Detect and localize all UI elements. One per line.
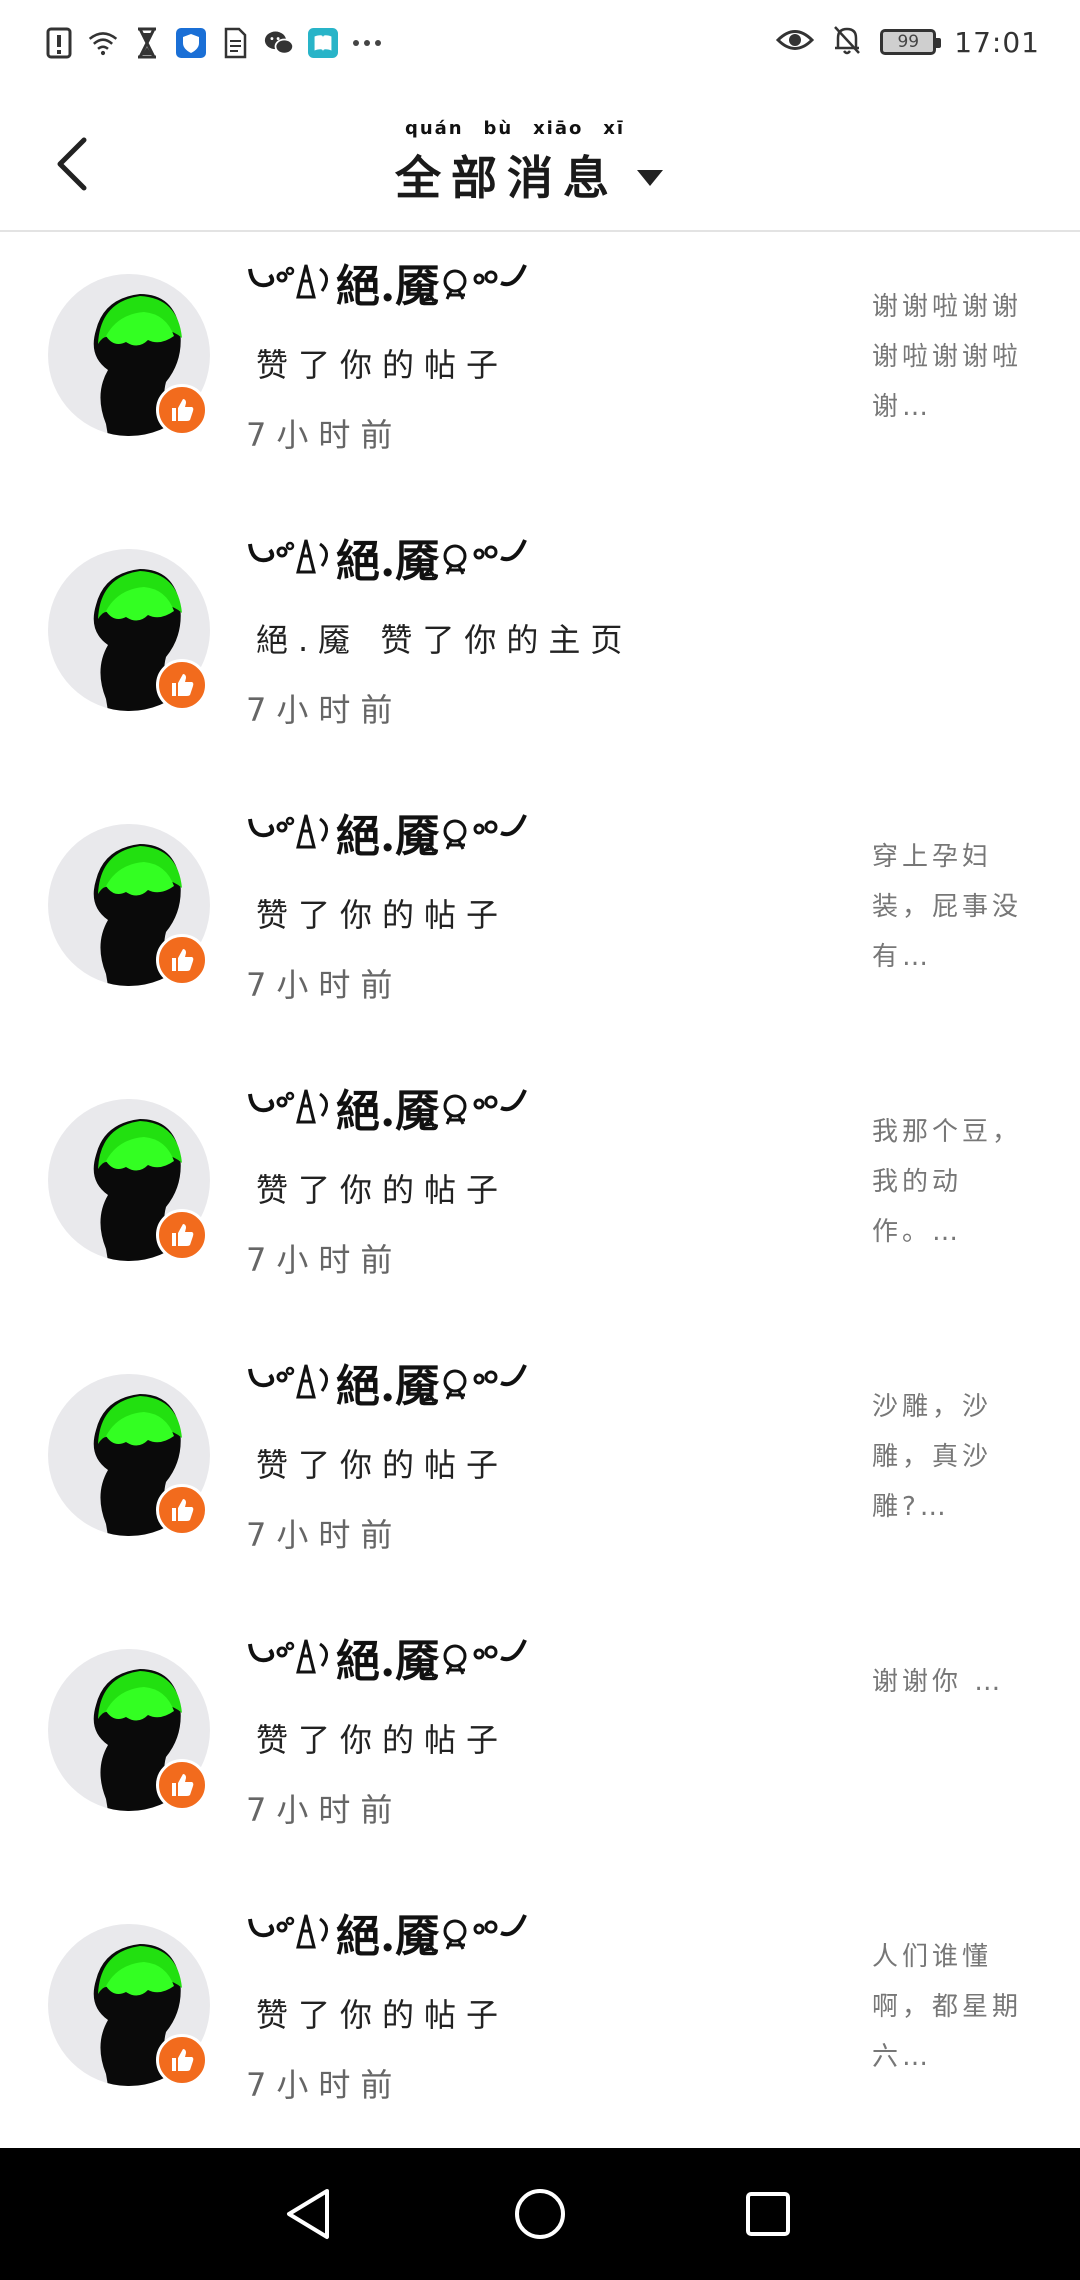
header: quán bù xiāo xī 全部消息 [0, 90, 1080, 232]
shield-app-icon [176, 26, 206, 60]
notification-item[interactable]: 絕.魇赞了你的帖子 7小时前 人们谁懂啊，都星期六… [0, 1882, 1080, 2157]
like-badge-icon [156, 1484, 208, 1536]
like-badge-icon [156, 659, 208, 711]
username-text: 絕.魇 [336, 261, 440, 312]
username-text: 絕.魇 [336, 1361, 440, 1412]
status-bar-right-icons: 99 17:01 [776, 24, 1040, 60]
page-title: 全部消息 [395, 151, 619, 205]
notification-item[interactable]: 絕.魇赞了你的帖子 7小时前 谢谢啦谢谢谢啦谢谢啦谢… [0, 232, 1080, 507]
notification-time: 7小时前 [246, 691, 403, 729]
system-nav-bar [0, 2148, 1080, 2280]
notification-action: 赞了你的帖子 [256, 896, 509, 934]
like-badge-icon [156, 1209, 208, 1261]
notification-time: 7小时前 [246, 966, 403, 1004]
notification-item[interactable]: 絕.魇絕.魇 赞了你的主页 7小时前 [0, 507, 1080, 782]
back-button[interactable] [40, 128, 104, 200]
decor-right-icon [439, 257, 529, 307]
book-app-icon [308, 26, 338, 60]
wechat-icon [264, 26, 294, 60]
notification-action: 赞了你的帖子 [256, 1446, 509, 1484]
decor-right-icon [439, 532, 529, 582]
username[interactable]: 絕.魇 [246, 252, 529, 312]
battery-level: 99 [897, 32, 920, 52]
alert-icon [44, 26, 74, 60]
notification-action: 赞了你的帖子 [256, 1171, 509, 1209]
decor-left-icon [246, 1082, 336, 1132]
title-dropdown[interactable]: quán bù xiāo xī 全部消息 [395, 118, 715, 208]
like-badge-icon [156, 384, 208, 436]
notification-time: 7小时前 [246, 1791, 403, 1829]
decor-left-icon [246, 257, 336, 307]
username-text: 絕.魇 [336, 1636, 440, 1687]
username[interactable]: 絕.魇 [246, 527, 529, 587]
eye-icon [776, 27, 815, 57]
nav-home-button[interactable] [508, 2182, 572, 2246]
notification-item[interactable]: 絕.魇赞了你的帖子 7小时前 沙雕，沙雕，真沙雕?… [0, 1332, 1080, 1607]
notification-item[interactable]: 絕.魇赞了你的帖子 7小时前 我那个豆，我的动作。… [0, 1057, 1080, 1332]
notification-action: 赞了你的帖子 [256, 1721, 509, 1759]
username[interactable]: 絕.魇 [246, 1627, 529, 1687]
bell-off-icon [832, 24, 862, 60]
username-text: 絕.魇 [336, 811, 440, 862]
recents-nav-icon [746, 2192, 790, 2236]
wifi-icon [88, 26, 118, 60]
hourglass-icon [132, 26, 162, 60]
decor-left-icon [246, 532, 336, 582]
home-nav-icon [515, 2189, 565, 2239]
status-bar-left-icons [44, 26, 382, 60]
username-text: 絕.魇 [336, 1086, 440, 1137]
post-preview[interactable]: 谢谢你 … [872, 1657, 1032, 1707]
username-text: 絕.魇 [336, 536, 440, 587]
decor-right-icon [439, 1357, 529, 1407]
username[interactable]: 絕.魇 [246, 802, 529, 862]
username[interactable]: 絕.魇 [246, 1902, 529, 1962]
nav-recents-button[interactable] [736, 2182, 800, 2246]
notification-action: 赞了你的帖子 [256, 346, 509, 384]
status-bar: 99 17:01 [0, 0, 1080, 90]
decor-left-icon [246, 1357, 336, 1407]
post-preview[interactable]: 沙雕，沙雕，真沙雕?… [872, 1382, 1032, 1532]
decor-right-icon [439, 1907, 529, 1957]
post-preview[interactable]: 人们谁懂啊，都星期六… [872, 1932, 1032, 2082]
back-arrow-icon [57, 137, 87, 191]
notification-time: 7小时前 [246, 416, 403, 454]
post-preview[interactable]: 穿上孕妇装，屁事没有… [872, 832, 1032, 982]
nav-back-button[interactable] [276, 2182, 340, 2246]
status-time: 17:01 [954, 25, 1040, 59]
like-badge-icon [156, 934, 208, 986]
decor-right-icon [439, 1082, 529, 1132]
battery-icon: 99 [880, 29, 942, 55]
notification-list: 絕.魇 赞了你的帖子 7小时前 谢谢啦谢谢谢啦谢谢啦谢… 絕.魇 絕.魇 赞了你的主页 7小… [0, 232, 1080, 2157]
title-pinyin: quán bù xiāo xī [404, 118, 626, 139]
username[interactable]: 絕.魇 [246, 1352, 529, 1412]
like-badge-icon [156, 2034, 208, 2086]
more-dots-icon [352, 26, 382, 60]
post-preview[interactable]: 我那个豆，我的动作。… [872, 1107, 1032, 1257]
notification-action: 絕.魇 赞了你的主页 [256, 621, 633, 659]
username[interactable]: 絕.魇 [246, 1077, 529, 1137]
notification-time: 7小时前 [246, 1516, 403, 1554]
notification-time: 7小时前 [246, 2066, 403, 2104]
decor-left-icon [246, 807, 336, 857]
decor-left-icon [246, 1907, 336, 1957]
document-icon [220, 26, 250, 60]
back-nav-icon [287, 2189, 329, 2239]
dropdown-caret-icon[interactable] [637, 170, 663, 186]
decor-right-icon [439, 1632, 529, 1682]
notification-item[interactable]: 絕.魇赞了你的帖子 7小时前 穿上孕妇装，屁事没有… [0, 782, 1080, 1057]
notification-time: 7小时前 [246, 1241, 403, 1279]
like-badge-icon [156, 1759, 208, 1811]
notification-action: 赞了你的帖子 [256, 1996, 509, 2034]
username-text: 絕.魇 [336, 1911, 440, 1962]
decor-right-icon [439, 807, 529, 857]
post-preview[interactable]: 谢谢啦谢谢谢啦谢谢啦谢… [872, 282, 1032, 432]
decor-left-icon [246, 1632, 336, 1682]
notification-item[interactable]: 絕.魇赞了你的帖子 7小时前 谢谢你 … [0, 1607, 1080, 1882]
